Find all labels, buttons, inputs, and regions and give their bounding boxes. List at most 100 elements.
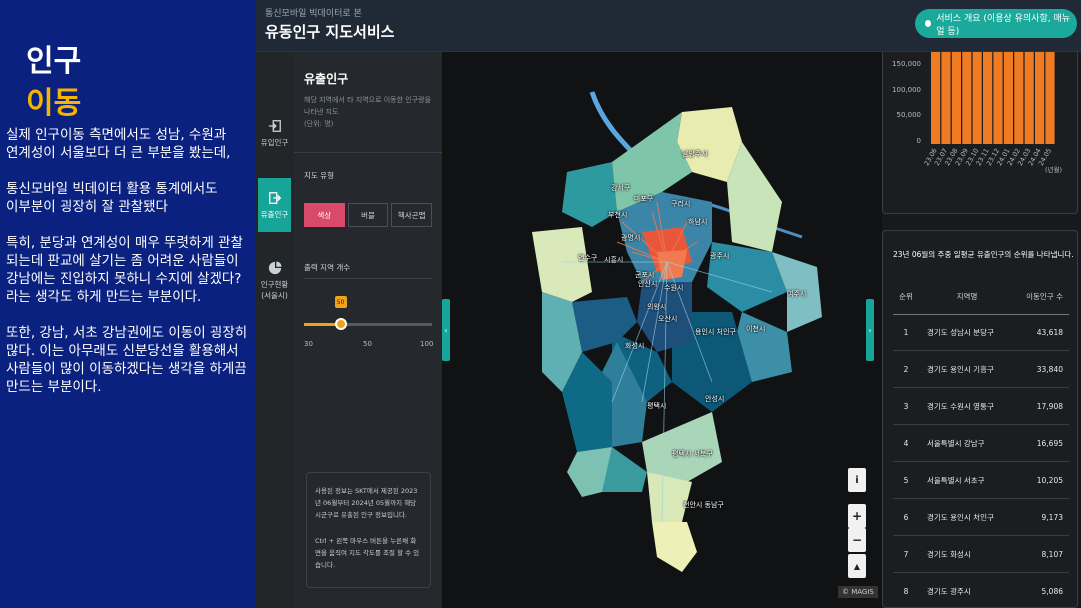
slider-min-label: 30: [304, 340, 313, 348]
collapse-right-button[interactable]: ›: [866, 299, 874, 361]
nav-label-inflow: 유입인구: [260, 137, 289, 147]
bar-23.12[interactable]: [993, 52, 1003, 144]
map-label: 화성시: [625, 342, 645, 350]
map-type-color-button[interactable]: 색상: [304, 203, 345, 227]
bar-23.09[interactable]: [962, 52, 972, 144]
screen: 인구 이동 실제 인구이동 측면에서도 성남, 수원과 연계성이 서울보다 더 …: [0, 0, 1081, 608]
ranking-table: 23년 06월의 주중 일평균 유출인구의 순위를 나타냅니다. 순위 지역명 …: [882, 230, 1078, 608]
nav-item-inflow[interactable]: 유입인구: [258, 106, 291, 160]
rank-cell: 5: [903, 476, 909, 485]
bar-23.11[interactable]: [983, 52, 993, 144]
rank-cell: 2: [903, 365, 909, 374]
map-type-hexagon-button[interactable]: 헥사곤맵: [391, 203, 433, 227]
compass-button[interactable]: ▲: [848, 554, 866, 578]
bar-23.07[interactable]: [941, 52, 951, 144]
nav-label-population: 인구현황 (서울시): [260, 280, 289, 300]
region-cell: 서울특별시 강남구: [927, 439, 985, 448]
dot-icon: [925, 20, 932, 27]
page-title: 유동인구 지도서비스: [265, 23, 395, 41]
map-label: 수원시: [664, 284, 684, 292]
bar-24.03[interactable]: [1024, 52, 1034, 144]
map-label: 마포구: [634, 195, 654, 203]
right-panel: 150,000 100,000 50,000 0 23.06 23.07 23.08…: [882, 52, 1081, 608]
region-cell: 경기도 용인시 처인구: [927, 513, 994, 522]
nav-item-outflow[interactable]: 유출인구: [258, 178, 291, 232]
bar-23.10[interactable]: [972, 52, 982, 144]
table-row[interactable]: 3 경기도 수원시 영통구 17,908: [893, 389, 1069, 425]
map-label: 천안시 동남구: [683, 501, 724, 509]
info-text-source: 사용된 정보는 SKT에서 제공된 2023년 06월부터 2024년 05월까…: [315, 487, 418, 519]
rank-cell: 8: [903, 587, 909, 596]
bar-24.02[interactable]: [1014, 52, 1024, 144]
region-anseong[interactable]: [642, 412, 722, 482]
rank-cell: 6: [903, 513, 909, 522]
pie-chart-icon: [268, 261, 282, 275]
slide-title-line2: 이동: [26, 86, 82, 121]
count-cell: 10,205: [1036, 476, 1063, 485]
region-cell: 경기도 수원시 영통구: [927, 402, 994, 411]
panel-title: 유출인구: [304, 72, 349, 86]
map-label: 광명시: [621, 234, 641, 242]
panel-description: 해당 지역에서 타 지역으로 이동한 인구량을 나타낸 지도 (단위: 명): [304, 96, 432, 128]
monthly-chart: 150,000 100,000 50,000 0 23.06 23.07 23.08…: [882, 52, 1078, 214]
logout-icon: [268, 191, 281, 204]
bar-chart-canvas: 23.0623.0723.0823.0923.1023.1123.1224.01…: [922, 52, 1062, 174]
bar-24.01[interactable]: [1003, 52, 1013, 144]
app-header: 통신모바일 빅데이터로 본 유동인구 지도서비스 서비스 개요 (이용상 유의사…: [256, 0, 1081, 52]
bar-23.08[interactable]: [951, 52, 961, 144]
rank-cell: 7: [903, 550, 909, 559]
col-count: 이동인구 수: [1026, 292, 1063, 301]
output-count-label: 출력 지역 개수: [304, 263, 351, 272]
slider-mid-label: 50: [363, 340, 372, 348]
map-label: 남양주시: [682, 150, 708, 158]
rank-cell: 3: [903, 402, 909, 411]
region-cheonan-dongnam[interactable]: [652, 522, 697, 572]
table-row[interactable]: 1 경기도 성남시 분당구 43,618: [893, 315, 1069, 351]
rank-cell: 1: [903, 328, 909, 337]
collapse-left-button[interactable]: ‹: [442, 299, 450, 361]
region-cell: 경기도 용인시 기흥구: [927, 365, 994, 374]
map-attribution: © MAGIS: [838, 586, 878, 598]
map-label: 이천시: [746, 325, 766, 333]
output-count-slider[interactable]: [304, 318, 432, 330]
divider: [304, 278, 432, 279]
bar-24.04[interactable]: [1035, 52, 1045, 144]
region-west-coast[interactable]: [532, 227, 592, 302]
table-row[interactable]: 8 경기도 광주시 5,086: [893, 574, 1069, 608]
count-cell: 9,173: [1041, 513, 1063, 522]
slider-max-label: 100: [420, 340, 434, 348]
map-label: 연수구: [578, 254, 598, 262]
slider-handle[interactable]: [334, 318, 347, 330]
map-type-label: 지도 유형: [304, 171, 334, 180]
table-row[interactable]: 5 서울특별시 서초구 10,205: [893, 463, 1069, 499]
slide-body-text: 실제 인구이동 측면에서도 성남, 수원과 연계성이 서울보다 더 큰 부분을 …: [6, 127, 248, 395]
bar-24.05[interactable]: [1045, 52, 1055, 144]
table-row[interactable]: 2 경기도 용인시 기흥구 33,840: [893, 352, 1069, 388]
rank-cell: 4: [903, 439, 909, 448]
zoom-in-button[interactable]: +: [848, 504, 866, 528]
map-label: 평택시: [647, 402, 667, 410]
count-cell: 43,618: [1036, 328, 1063, 337]
table-row[interactable]: 7 경기도 화성시 8,107: [893, 537, 1069, 573]
ranking-caption: 23년 06월의 주중 일평균 유출인구의 순위를 나타냅니다.: [893, 250, 1074, 259]
login-icon: [268, 119, 281, 132]
map-label: 광주시: [710, 252, 730, 260]
map-label: 시흥시: [604, 256, 624, 264]
col-region: 지역명: [956, 292, 978, 301]
map-label: 안성시: [705, 395, 725, 403]
table-row[interactable]: 6 경기도 용인시 처인구 9,173: [893, 500, 1069, 536]
map-label: 강서구: [611, 184, 631, 192]
choropleth-map[interactable]: 남양주시 구리시 하남시 광주시 여주시 이천시 용인시 처인구 안성시 평택시…: [442, 52, 882, 608]
table-row[interactable]: 4 서울특별시 강남구 16,695: [893, 426, 1069, 462]
map-info-button[interactable]: i: [848, 468, 866, 492]
nav-label-outflow: 유출인구: [260, 209, 289, 219]
bar-23.06[interactable]: [931, 52, 941, 144]
region-cell: 서울특별시 서초구: [927, 476, 985, 485]
map-label: 여주시: [787, 290, 807, 298]
nav-item-population[interactable]: 인구현황 (서울시): [258, 250, 291, 312]
zoom-out-button[interactable]: −: [848, 528, 866, 552]
service-overview-button[interactable]: 서비스 개요 (이용상 유의사항, 매뉴얼 등): [915, 9, 1077, 38]
map-label: 오산시: [658, 315, 678, 323]
info-text-controls: Ctrl + 왼쪽 마우스 버튼을 누른채 화면을 움직여 지도 각도를 조절 …: [315, 537, 420, 569]
map-type-bubble-button[interactable]: 버블: [347, 203, 389, 227]
